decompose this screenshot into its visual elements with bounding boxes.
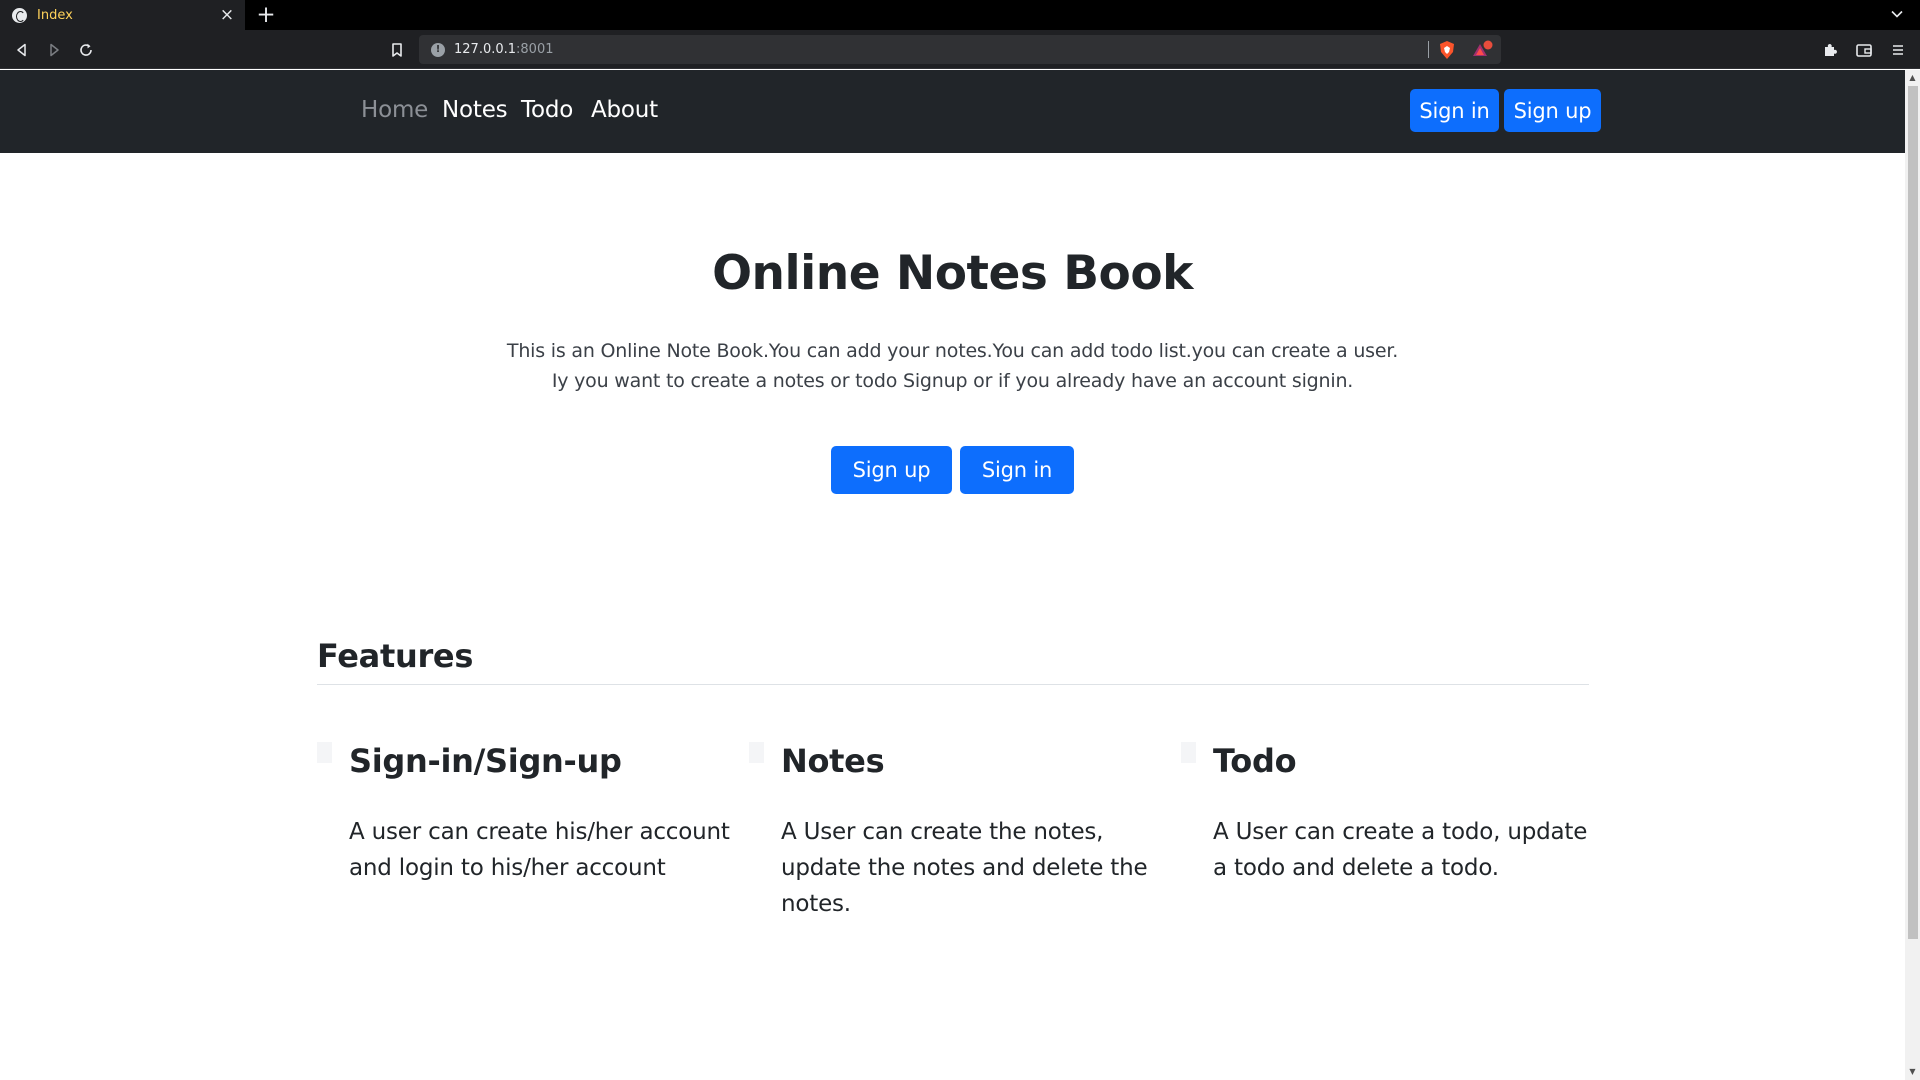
new-tab-button[interactable]: + bbox=[254, 2, 278, 28]
wallet-icon[interactable] bbox=[1852, 38, 1876, 62]
nav-notes-link[interactable]: Notes bbox=[442, 97, 508, 123]
feature-text: A User can create the notes, update the … bbox=[781, 819, 1148, 917]
globe-icon bbox=[12, 7, 27, 23]
nav-home-link[interactable]: Home bbox=[361, 97, 428, 123]
chevron-down-icon[interactable] bbox=[1888, 5, 1906, 23]
feature-placeholder-icon bbox=[749, 742, 764, 763]
brave-rewards-icon[interactable] bbox=[1470, 38, 1494, 62]
vertical-scrollbar[interactable]: ▲ ▼ bbox=[1905, 70, 1920, 1080]
address-bar[interactable]: ! 127.0.0.1:8001 bbox=[419, 35, 1501, 64]
bookmark-icon[interactable] bbox=[385, 38, 409, 62]
scroll-down-icon[interactable]: ▼ bbox=[1908, 1068, 1917, 1076]
nav-signin-button[interactable]: Sign in bbox=[1410, 89, 1499, 132]
hero-signin-button[interactable]: Sign in bbox=[960, 446, 1074, 494]
site-info-icon[interactable]: ! bbox=[431, 42, 445, 57]
features-heading: Features bbox=[317, 637, 474, 675]
toolbar-divider bbox=[1428, 41, 1429, 58]
url-port: :8001 bbox=[516, 42, 554, 57]
brave-shield-icon[interactable] bbox=[1435, 38, 1459, 62]
reload-icon[interactable] bbox=[74, 38, 98, 62]
site-navbar: Home Notes Todo About Sign in Sign up bbox=[0, 70, 1905, 153]
nav-signup-button[interactable]: Sign up bbox=[1504, 89, 1601, 132]
hero-lead-line-2: Iy you want to create a notes or todo Si… bbox=[551, 370, 1354, 392]
tab-title: Index bbox=[37, 7, 73, 23]
scroll-up-icon[interactable]: ▲ bbox=[1908, 74, 1917, 82]
close-tab-icon[interactable]: × bbox=[217, 5, 237, 25]
hero-lead-line-1: This is an Online Note Book.You can add … bbox=[506, 340, 1399, 362]
url-host: 127.0.0.1 bbox=[454, 42, 517, 57]
features-divider bbox=[317, 684, 1589, 685]
page-viewport: Home Notes Todo About Sign in Sign up On… bbox=[0, 70, 1920, 1080]
tab-strip: Index × + bbox=[0, 0, 1920, 30]
back-icon[interactable] bbox=[10, 38, 34, 62]
feature-title: Sign-in/Sign-up bbox=[349, 742, 622, 780]
forward-icon[interactable] bbox=[42, 38, 66, 62]
hero-title: Online Notes Book bbox=[712, 246, 1193, 301]
feature-text: A user can create his/her account and lo… bbox=[349, 819, 730, 881]
feature-placeholder-icon bbox=[317, 742, 332, 763]
feature-text: A User can create a todo, update a todo … bbox=[1213, 819, 1588, 881]
browser-toolbar: ! 127.0.0.1:8001 bbox=[0, 30, 1920, 69]
extensions-icon[interactable] bbox=[1818, 38, 1842, 62]
feature-placeholder-icon bbox=[1181, 742, 1196, 763]
browser-tab[interactable]: Index × bbox=[0, 0, 245, 30]
nav-about-link[interactable]: About bbox=[591, 97, 658, 123]
feature-title: Notes bbox=[781, 742, 885, 780]
menu-icon[interactable] bbox=[1886, 38, 1910, 62]
scrollbar-thumb[interactable] bbox=[1908, 86, 1918, 939]
feature-title: Todo bbox=[1213, 742, 1297, 780]
nav-todo-link[interactable]: Todo bbox=[521, 97, 573, 123]
hero-signup-button[interactable]: Sign up bbox=[831, 446, 952, 494]
